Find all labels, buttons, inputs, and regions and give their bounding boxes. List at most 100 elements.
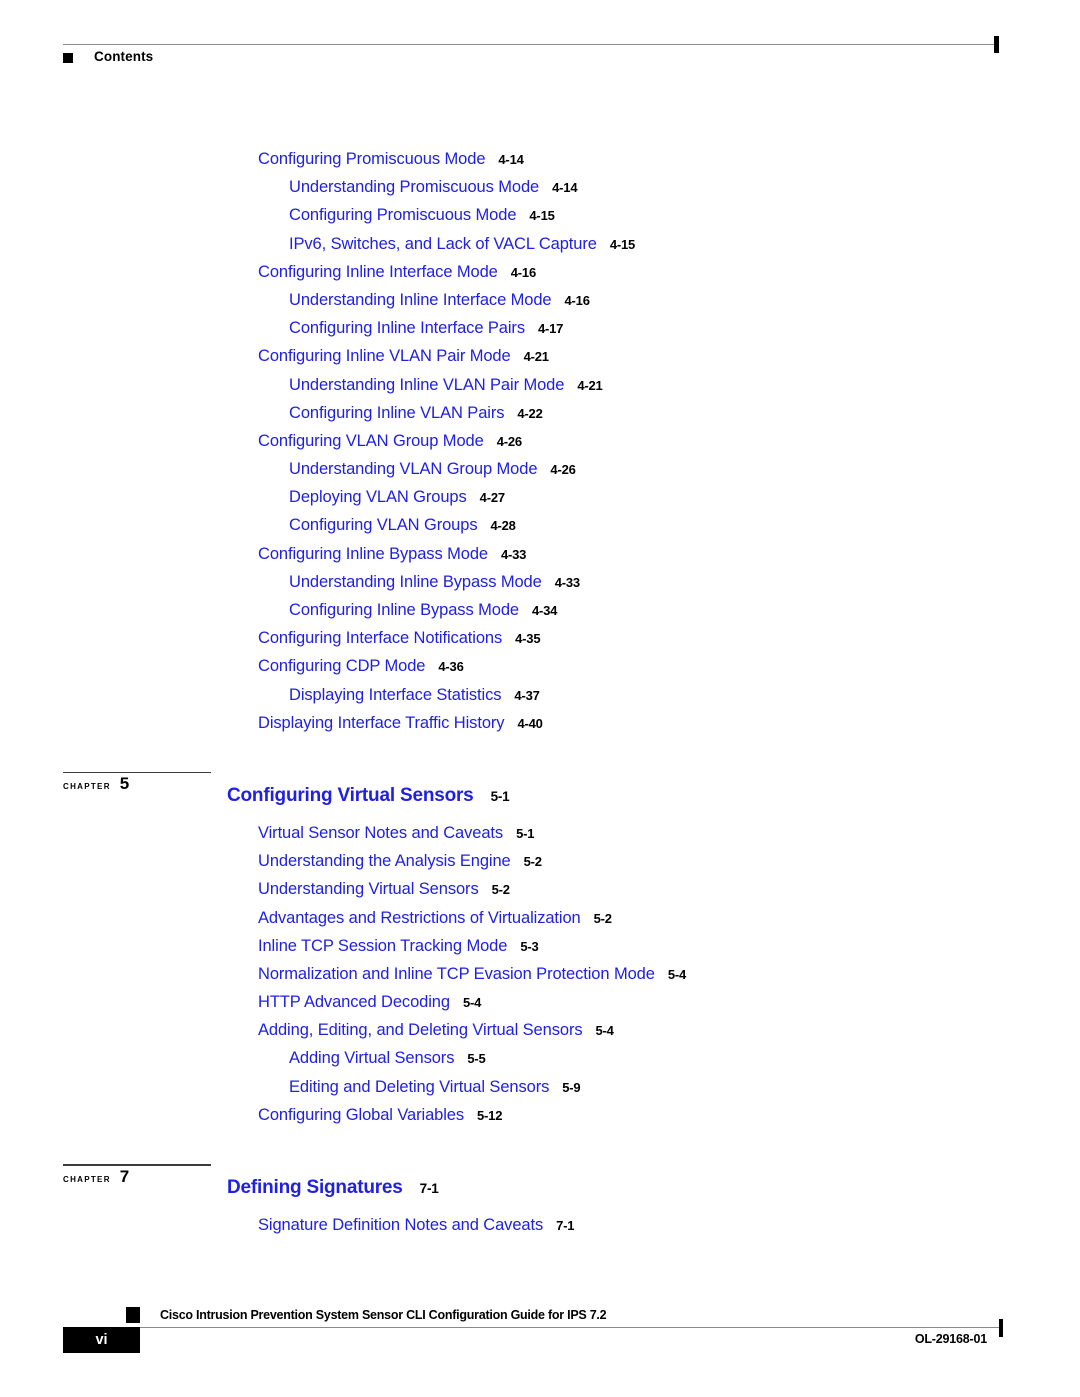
toc-entry[interactable]: Virtual Sensor Notes and Caveats 5-1 (0, 824, 1080, 852)
toc-entry-page-number: 5-2 (491, 882, 510, 898)
toc-entry-page-number: 5-12 (477, 1107, 503, 1123)
toc-entry-title[interactable]: Configuring VLAN Groups (289, 516, 478, 534)
toc-entry-title[interactable]: Displaying Interface Traffic History (258, 714, 505, 732)
toc-entry[interactable]: Normalization and Inline TCP Evasion Pro… (0, 965, 1080, 993)
chapter-title-row[interactable]: Configuring Virtual Sensors 5-1 (227, 785, 510, 807)
toc-entry[interactable]: Editing and Deleting Virtual Sensors 5-9 (0, 1078, 1080, 1106)
toc-entry-title[interactable]: Inline TCP Session Tracking Mode (258, 937, 507, 955)
black-square-icon (63, 53, 73, 63)
toc-entry-title[interactable]: Editing and Deleting Virtual Sensors (289, 1078, 549, 1096)
toc-entry-title[interactable]: Configuring Inline Bypass Mode (289, 601, 519, 619)
toc-entry-page-number: 4-37 (514, 687, 540, 703)
page-header: Contents (63, 36, 999, 74)
toc-entry-title[interactable]: Normalization and Inline TCP Evasion Pro… (258, 965, 655, 983)
toc-entry-title[interactable]: IPv6, Switches, and Lack of VACL Capture (289, 235, 597, 253)
toc-entry-title[interactable]: Configuring Inline Interface Mode (258, 263, 498, 281)
toc-entry-page-number: 5-4 (595, 1023, 614, 1039)
toc-entry-title[interactable]: HTTP Advanced Decoding (258, 993, 450, 1011)
toc-entry-title[interactable]: Configuring Inline Bypass Mode (258, 545, 488, 563)
toc-entry[interactable]: Configuring Interface Notifications 4-35 (0, 629, 1080, 657)
toc-entry[interactable]: Understanding VLAN Group Mode 4-26 (0, 460, 1080, 488)
toc-entry[interactable]: Displaying Interface Statistics 4-37 (0, 686, 1080, 714)
toc-entry-page-number: 4-14 (498, 152, 524, 167)
chapter-label: CHAPTER (63, 780, 111, 793)
toc-entry[interactable]: Understanding Inline Interface Mode 4-16 (0, 291, 1080, 319)
footer-rule-end-cap (999, 1319, 1003, 1337)
toc-entry[interactable]: Configuring Inline Bypass Mode 4-34 (0, 601, 1080, 629)
chapter-number: 7 (119, 1166, 130, 1186)
chapter-page-number: 7-1 (419, 1181, 439, 1196)
page-title: Contents (94, 49, 154, 64)
toc-entry[interactable]: Adding, Editing, and Deleting Virtual Se… (0, 1021, 1080, 1049)
toc-entry-title[interactable]: Advantages and Restrictions of Virtualiz… (258, 909, 581, 927)
toc-entry-title[interactable]: Configuring Interface Notifications (258, 629, 502, 647)
toc-entry[interactable]: Configuring Inline Bypass Mode 4-33 (0, 545, 1080, 573)
footer-divider (126, 1327, 1003, 1328)
toc-entry-title[interactable]: Configuring Inline VLAN Pair Mode (258, 347, 511, 365)
toc-entry-title[interactable]: Configuring Global Variables (258, 1106, 464, 1124)
toc-entry[interactable]: Configuring Inline VLAN Pairs 4-22 (0, 404, 1080, 432)
toc-entry-title[interactable]: Configuring Promiscuous Mode (289, 206, 517, 224)
toc-entry-title[interactable]: Understanding Promiscuous Mode (289, 178, 539, 196)
toc-entry-title[interactable]: Configuring CDP Mode (258, 657, 425, 675)
toc-entry[interactable]: Deploying VLAN Groups 4-27 (0, 488, 1080, 516)
toc-entry[interactable]: Configuring VLAN Group Mode 4-26 (0, 432, 1080, 460)
toc-entry[interactable]: Configuring Inline Interface Pairs 4-17 (0, 319, 1080, 347)
toc-entry-title[interactable]: Displaying Interface Statistics (289, 686, 502, 704)
toc-entry-page-number: 4-14 (552, 180, 578, 196)
toc-entry-page-number: 4-15 (609, 236, 636, 252)
toc-entry-title[interactable]: Configuring Inline VLAN Pairs (289, 404, 504, 422)
toc-entry-page-number: 5-4 (667, 966, 687, 982)
toc-entry-page-number: 4-16 (510, 264, 536, 280)
toc-entry-title[interactable]: Configuring Inline Interface Pairs (289, 319, 525, 337)
footer-guide-title: Cisco Intrusion Prevention System Sensor… (160, 1308, 607, 1322)
chapter-heading: CHAPTER 7 Defining Signatures 7-1 (0, 1164, 1080, 1216)
toc-entry[interactable]: Configuring Inline VLAN Pair Mode 4-21 (0, 347, 1080, 375)
toc-entry[interactable]: Configuring Global Variables 5-12 (0, 1106, 1080, 1134)
toc-entry-title[interactable]: Understanding Inline VLAN Pair Mode (289, 376, 564, 394)
toc-entry[interactable]: Adding Virtual Sensors 5-5 (0, 1049, 1080, 1077)
toc-entry-title[interactable]: Configuring VLAN Group Mode (258, 432, 484, 450)
toc-entry[interactable]: Configuring Inline Interface Mode 4-16 (0, 263, 1080, 291)
toc-entry-title[interactable]: Signature Definition Notes and Caveats (258, 1216, 543, 1234)
toc-entry-title[interactable]: Understanding Virtual Sensors (258, 880, 479, 898)
chapter-number: 5 (119, 774, 130, 794)
toc-entry[interactable]: Displaying Interface Traffic History 4-40 (0, 714, 1080, 742)
chapter-spacer (0, 1134, 1080, 1164)
toc-entry-title[interactable]: Understanding VLAN Group Mode (289, 460, 538, 478)
toc-entry[interactable]: IPv6, Switches, and Lack of VACL Capture… (0, 235, 1080, 263)
toc-entry-page-number: 7-1 (556, 1218, 575, 1233)
toc-entry-title[interactable]: Virtual Sensor Notes and Caveats (258, 824, 503, 842)
toc-entry-page-number: 4-33 (554, 574, 580, 590)
toc-entry[interactable]: Understanding Inline VLAN Pair Mode 4-21 (0, 376, 1080, 404)
toc-entry[interactable]: Configuring CDP Mode 4-36 (0, 657, 1080, 685)
chapter-title[interactable]: Configuring Virtual Sensors (227, 785, 474, 806)
toc-entry[interactable]: Configuring Promiscuous Mode 4-15 (0, 206, 1080, 234)
toc-entry-title[interactable]: Adding, Editing, and Deleting Virtual Se… (258, 1021, 583, 1039)
toc-entry[interactable]: Understanding the Analysis Engine 5-2 (0, 852, 1080, 880)
toc-entry-title[interactable]: Understanding the Analysis Engine (258, 852, 511, 870)
toc-entry-title[interactable]: Configuring Promiscuous Mode (258, 150, 486, 168)
toc-entry[interactable]: Understanding Inline Bypass Mode 4-33 (0, 573, 1080, 601)
toc-entry[interactable]: Advantages and Restrictions of Virtualiz… (0, 909, 1080, 937)
header-divider (63, 44, 998, 45)
toc-entry[interactable]: Inline TCP Session Tracking Mode 5-3 (0, 937, 1080, 965)
toc-entry-page-number: 4-21 (577, 377, 603, 393)
toc-entry[interactable]: Configuring Promiscuous Mode 4-14 (0, 150, 1080, 178)
toc-entry[interactable]: Understanding Promiscuous Mode 4-14 (0, 178, 1080, 206)
toc-entry[interactable]: Understanding Virtual Sensors 5-2 (0, 880, 1080, 908)
toc-entry-page-number: 4-21 (523, 349, 549, 365)
toc-entry-page-number: 5-3 (520, 938, 539, 954)
toc-entry-title[interactable]: Deploying VLAN Groups (289, 488, 467, 506)
toc-entry[interactable]: Signature Definition Notes and Caveats 7-… (0, 1216, 1080, 1244)
toc-entry-page-number: 4-16 (564, 292, 590, 308)
toc-entry-title[interactable]: Adding Virtual Sensors (289, 1049, 454, 1067)
chapter-title[interactable]: Defining Signatures (227, 1177, 403, 1198)
chapter-marker: CHAPTER 7 (63, 1164, 211, 1187)
toc-entry[interactable]: HTTP Advanced Decoding 5-4 (0, 993, 1080, 1021)
chapter-title-row[interactable]: Defining Signatures 7-1 (227, 1177, 439, 1199)
header-rule-end-cap (994, 36, 999, 53)
toc-entry[interactable]: Configuring VLAN Groups 4-28 (0, 516, 1080, 544)
toc-entry-title[interactable]: Understanding Inline Interface Mode (289, 291, 552, 309)
toc-entry-title[interactable]: Understanding Inline Bypass Mode (289, 573, 542, 591)
